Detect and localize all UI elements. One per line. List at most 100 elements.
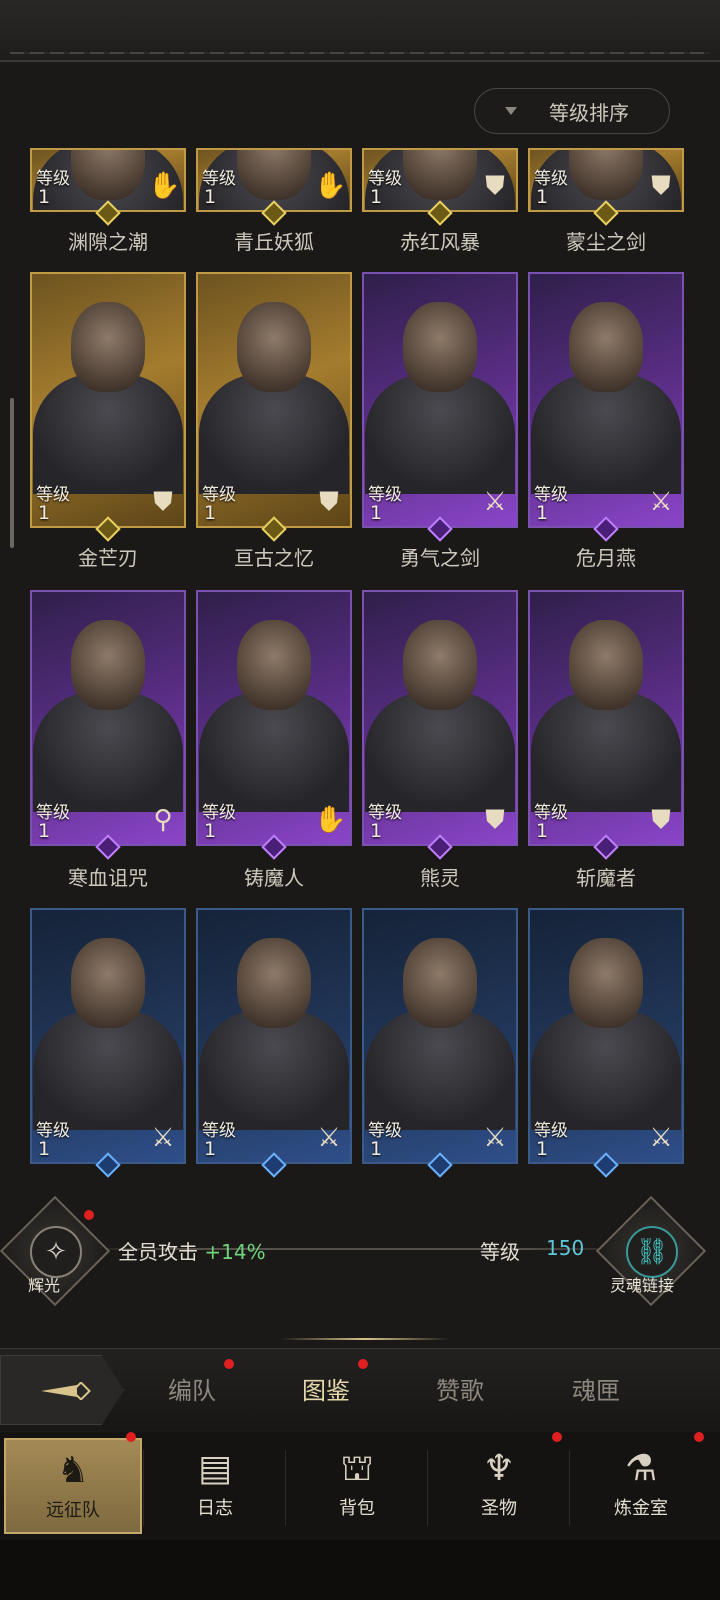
nav-item-5[interactable]: ⚗ 炼金室 — [572, 1438, 710, 1534]
tab-2[interactable]: 图鉴 — [302, 1371, 350, 1406]
nav-divider — [427, 1450, 428, 1526]
nav-label: 远征队 — [46, 1500, 100, 1521]
level-value: 1 — [370, 1138, 383, 1160]
level-value: 1 — [370, 502, 383, 524]
nav-divider — [569, 1450, 570, 1526]
hero-name: 熊灵 — [420, 866, 460, 890]
level-value: 1 — [536, 502, 549, 524]
tab-3[interactable]: 赞歌 — [436, 1371, 484, 1406]
portrait-head — [569, 938, 643, 1028]
portrait-head — [237, 302, 311, 392]
sword-icon: ⚔ — [649, 1123, 673, 1153]
portrait-head — [71, 938, 145, 1028]
hero-card[interactable]: 等级 1 ⛊ — [362, 590, 518, 846]
nav-item-2[interactable]: ▤ 日志 — [146, 1438, 284, 1534]
portrait-head — [403, 938, 477, 1028]
bonus-text: 全员攻击 — [118, 1240, 198, 1264]
portrait-head — [569, 620, 643, 710]
level-value: 1 — [38, 820, 51, 842]
shield-icon: ⛊ — [319, 487, 339, 517]
level-value: 1 — [204, 1138, 217, 1160]
portrait-body — [365, 1010, 515, 1130]
level-value: 1 — [370, 186, 383, 208]
tab-badge — [224, 1359, 234, 1369]
portrait-body — [531, 374, 681, 494]
portrait-head — [403, 302, 477, 392]
alchemy-icon: ⚗ — [624, 1448, 658, 1489]
shield-icon: ⛊ — [153, 487, 173, 517]
palm-icon: ✋ — [314, 805, 347, 835]
soul-link-level-value: 150 — [546, 1236, 585, 1260]
hero-name: 渊隙之潮 — [68, 230, 148, 254]
bonus-bar: ✧ 辉光 全员攻击 +14% 等级 150 ⛓ 灵魂链接 — [0, 1195, 720, 1318]
shield-icon: ⛊ — [485, 171, 505, 201]
level-value: 1 — [204, 820, 217, 842]
nav-badge — [126, 1432, 136, 1442]
sword-icon: ⚔ — [151, 1123, 175, 1153]
sort-by-level-button[interactable]: 等级排序 — [474, 88, 670, 134]
portrait-body — [33, 1010, 183, 1130]
hero-card[interactable]: 等级 1 ✋ — [196, 590, 352, 846]
portrait-head — [569, 302, 643, 392]
hero-card[interactable]: 等级 1 ⚔ — [528, 272, 684, 528]
tab-bar: 编队 图鉴 赞歌 魂匣 — [0, 1348, 720, 1430]
portrait-body — [365, 374, 515, 494]
bottom-strip — [0, 1540, 720, 1600]
hero-name: 斩魔者 — [576, 866, 636, 890]
sort-button-label: 等级排序 — [549, 100, 629, 125]
tab-1[interactable]: 编队 — [168, 1371, 216, 1406]
nav-label: 日志 — [197, 1498, 233, 1519]
hero-card[interactable]: 等级 1 ⛊ — [528, 590, 684, 846]
back-arrow-icon — [41, 1382, 91, 1400]
hero-card[interactable]: 等级 1 ⚔ — [362, 272, 518, 528]
nav-badge — [552, 1432, 562, 1442]
portrait-body — [531, 1010, 681, 1130]
palm-icon: ✋ — [148, 171, 181, 201]
nav-item-3[interactable]: ⛫ 背包 — [288, 1438, 426, 1534]
tab-active-indicator — [280, 1338, 450, 1340]
bonus-value: +14% — [204, 1240, 266, 1264]
level-value: 1 — [38, 1138, 51, 1160]
portrait-head — [403, 620, 477, 710]
nav-label: 圣物 — [481, 1498, 517, 1519]
journal-icon: ▤ — [197, 1448, 232, 1489]
portrait-body — [33, 692, 183, 812]
sword-icon: ⚔ — [483, 1123, 507, 1153]
radiance-icon[interactable]: ✧ — [30, 1226, 82, 1278]
nav-item-4[interactable]: ♆ 圣物 — [430, 1438, 568, 1534]
staff-icon: ⚲ — [153, 805, 173, 835]
portrait-body — [531, 692, 681, 812]
scrollbar[interactable] — [10, 398, 14, 548]
hero-card[interactable]: 等级 1 ⛊ — [30, 272, 186, 528]
hero-name: 赤红风暴 — [400, 230, 480, 254]
hero-card[interactable]: 等级 1 ⚔ — [362, 908, 518, 1164]
radiance-label: 辉光 — [28, 1276, 61, 1295]
hero-card[interactable]: 等级 1 ⚲ — [30, 590, 186, 846]
level-value: 1 — [370, 820, 383, 842]
hero-card[interactable]: 等级 1 ⛊ — [196, 272, 352, 528]
chalice-icon: ♆ — [482, 1448, 516, 1489]
hero-card[interactable]: 等级 1 ⚔ — [30, 908, 186, 1164]
portrait-head — [71, 620, 145, 710]
portrait-head — [237, 938, 311, 1028]
top-frame — [0, 0, 720, 62]
radiance-badge — [84, 1210, 94, 1220]
soul-link-icon[interactable]: ⛓ — [626, 1226, 678, 1278]
level-value: 1 — [536, 1138, 549, 1160]
hero-card[interactable]: 等级 1 ⚔ — [196, 908, 352, 1164]
palm-icon: ✋ — [314, 171, 347, 201]
team-attack-bonus: 全员攻击 +14% — [118, 1236, 266, 1265]
hero-name: 金芒刃 — [78, 546, 138, 570]
level-value: 1 — [38, 502, 51, 524]
portrait-body — [199, 1010, 349, 1130]
level-value: 1 — [536, 820, 549, 842]
nav-label: 炼金室 — [614, 1498, 668, 1519]
soul-link-label: 灵魂链接 — [610, 1276, 675, 1295]
hero-name: 勇气之剑 — [400, 546, 480, 570]
portrait-body — [199, 374, 349, 494]
back-tab-button[interactable] — [0, 1355, 124, 1425]
nav-item-1[interactable]: ♞ 远征队 — [4, 1438, 142, 1534]
hero-name: 青丘妖狐 — [234, 230, 314, 254]
hero-card[interactable]: 等级 1 ⚔ — [528, 908, 684, 1164]
tab-4[interactable]: 魂匣 — [572, 1371, 620, 1406]
